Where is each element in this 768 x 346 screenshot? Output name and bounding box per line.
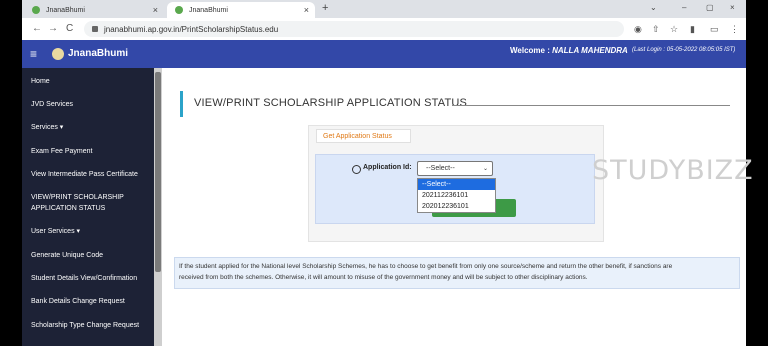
application-id-dropdown: --Select-- 202112236101 202012236101	[417, 178, 496, 213]
application-id-select[interactable]: --Select-- ⌄	[417, 161, 493, 176]
tab-title: JnanaBhumi	[46, 6, 85, 14]
favicon-icon	[175, 6, 183, 14]
sidepanel-icon[interactable]: ▮	[690, 24, 695, 35]
sidebar-item-user-services[interactable]: User Services ▾	[31, 226, 80, 237]
browser-tab-2[interactable]: JnanaBhumi ×	[167, 2, 315, 18]
title-divider	[452, 105, 730, 106]
sidebar-item-bank-details[interactable]: Bank Details Change Request	[31, 296, 125, 307]
sidebar-item-scholarship-status[interactable]: VIEW/PRINT SCHOLARSHIP	[31, 192, 124, 203]
url-text: jnanabhumi.ap.gov.in/PrintScholarshipSta…	[104, 24, 279, 34]
logo-icon	[52, 48, 64, 60]
lock-icon	[92, 26, 98, 32]
dropdown-option[interactable]: 202012236101	[418, 201, 495, 212]
tab-get-application-status[interactable]: Get Application Status	[316, 129, 411, 143]
hamburger-icon[interactable]: ≡	[30, 47, 37, 61]
share-icon[interactable]: ⇧	[652, 24, 660, 35]
dropdown-option[interactable]: --Select--	[418, 179, 495, 190]
watermark: STUDYBIZZ	[592, 155, 754, 186]
reload-icon[interactable]: C	[66, 23, 73, 34]
welcome-text: Welcome : NALLA MAHENDRA	[510, 46, 628, 55]
select-value: --Select--	[426, 165, 455, 172]
sidebar-item-scholarship-status-line2[interactable]: APPLICATION STATUS	[31, 203, 105, 214]
user-icon	[352, 165, 361, 174]
tab-search-icon[interactable]: ⌄	[650, 3, 657, 12]
star-icon[interactable]: ☆	[670, 24, 678, 35]
sidebar-item-pass-certificate[interactable]: View Intermediate Pass Certificate	[31, 169, 138, 180]
welcome-label: Welcome :	[510, 46, 550, 55]
user-name: NALLA MAHENDRA	[552, 46, 628, 55]
title-accent-bar	[180, 91, 183, 117]
sidebar-item-scholarship-type[interactable]: Scholarship Type Change Request	[31, 320, 139, 331]
chevron-down-icon: ⌄	[482, 166, 488, 172]
sidebar-item-unique-code[interactable]: Generate Unique Code	[31, 250, 103, 261]
application-id-label: Application Id:	[363, 164, 412, 171]
extension-icon[interactable]: ▭	[710, 24, 719, 35]
site-header: ≡ JnanaBhumi Welcome : NALLA MAHENDRA (L…	[22, 40, 746, 68]
sidebar-item-exam-fee[interactable]: Exam Fee Payment	[31, 146, 92, 157]
tab-title: JnanaBhumi	[189, 6, 228, 14]
maximize-icon[interactable]: ▢	[706, 3, 714, 12]
browser-tab-1[interactable]: JnanaBhumi ×	[24, 2, 164, 18]
sidebar-item-home[interactable]: Home	[31, 76, 50, 87]
dropdown-option[interactable]: 202112236101	[418, 190, 495, 201]
favicon-icon	[32, 6, 40, 14]
minimize-icon[interactable]: –	[682, 3, 686, 12]
last-login: (Last Login : 05-05-2022 08:05:05 IST)	[632, 47, 736, 53]
eye-icon[interactable]: ◉	[634, 24, 642, 35]
close-icon[interactable]: ×	[153, 5, 158, 15]
sidebar: Home JVD Services Services ▾ Exam Fee Pa…	[22, 68, 154, 346]
sidebar-item-student-details[interactable]: Student Details View/Confirmation	[31, 273, 137, 284]
scholarship-notice: If the student applied for the National …	[174, 257, 740, 289]
sidebar-item-jvd-services[interactable]: JVD Services	[31, 99, 73, 110]
url-field[interactable]: jnanabhumi.ap.gov.in/PrintScholarshipSta…	[84, 21, 624, 37]
more-icon[interactable]: ⋮	[730, 24, 739, 35]
sidebar-item-services[interactable]: Services ▾	[31, 122, 63, 133]
notice-line-1: If the student applied for the National …	[179, 263, 673, 270]
new-tab-button[interactable]: +	[322, 2, 328, 14]
back-icon[interactable]: ←	[32, 23, 42, 34]
main-content: VIEW/PRINT SCHOLARSHIP APPLICATION STATU…	[162, 68, 746, 346]
address-bar-row: ← → C jnanabhumi.ap.gov.in/PrintScholars…	[22, 18, 746, 41]
close-icon[interactable]: ×	[304, 5, 309, 15]
brand-name[interactable]: JnanaBhumi	[68, 48, 128, 59]
tab-bar: JnanaBhumi × JnanaBhumi × + ⌄ – ▢ ×	[22, 0, 746, 18]
notice-line-2: received from both the schemes. Otherwis…	[179, 274, 588, 281]
forward-icon[interactable]: →	[48, 23, 58, 34]
scrollbar-thumb[interactable]	[155, 72, 161, 272]
page-title: VIEW/PRINT SCHOLARSHIP APPLICATION STATU…	[194, 97, 468, 109]
window-close-icon[interactable]: ×	[730, 3, 735, 12]
